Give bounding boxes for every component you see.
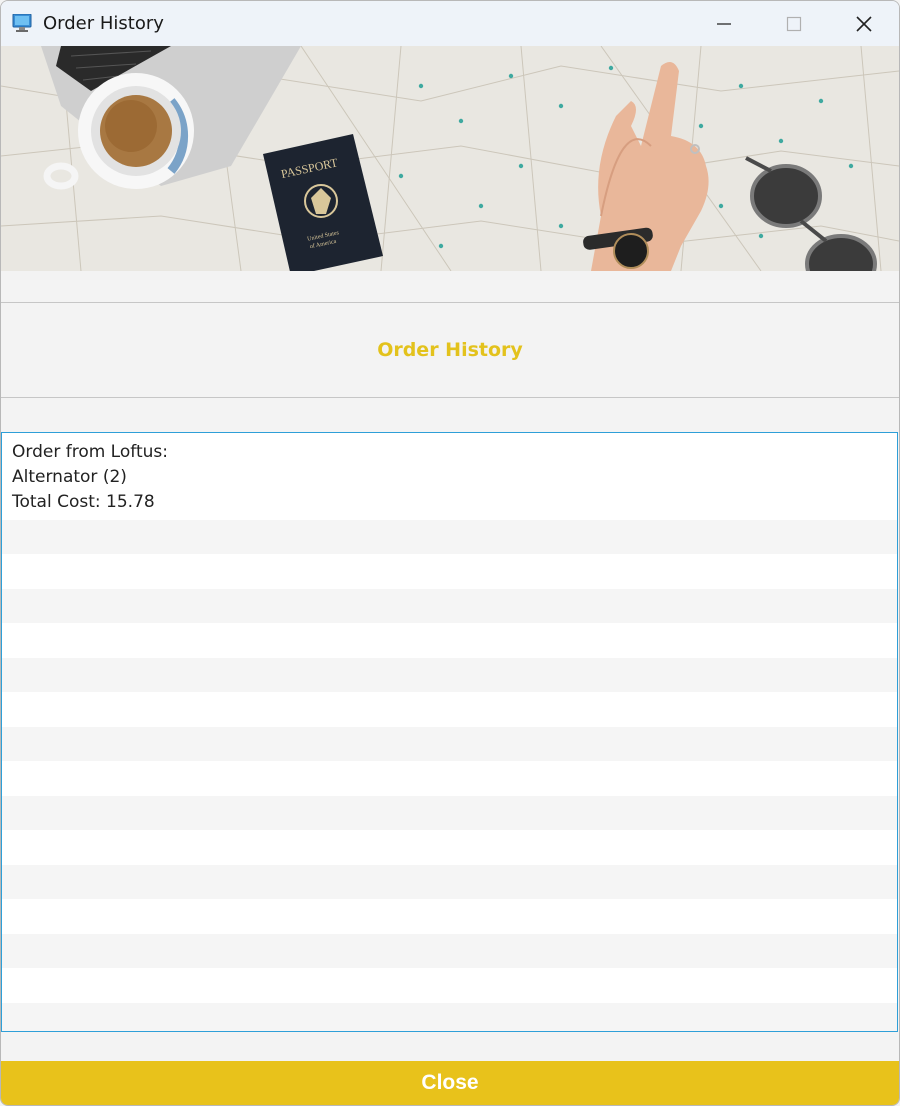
list-item[interactable] <box>2 830 897 865</box>
computer-monitor-icon <box>12 14 32 32</box>
list-item[interactable] <box>2 727 897 761</box>
list-item[interactable]: Order from Loftus: Alternator (2) Total … <box>2 433 897 520</box>
maximize-icon <box>786 16 802 31</box>
list-item[interactable] <box>2 692 897 727</box>
list-item[interactable] <box>2 934 897 968</box>
heading-separator <box>1 397 899 398</box>
list-item[interactable] <box>2 658 897 692</box>
maximize-button[interactable] <box>771 1 817 46</box>
order-total-line: Total Cost: 15.78 <box>12 492 155 512</box>
order-item-line: Alternator (2) <box>12 467 127 487</box>
list-item[interactable] <box>2 623 897 658</box>
close-window-button[interactable] <box>841 1 887 46</box>
minimize-icon <box>717 22 731 25</box>
list-item[interactable] <box>2 865 897 899</box>
close-button[interactable]: Close <box>1 1061 899 1105</box>
list-item[interactable] <box>2 761 897 796</box>
travel-banner-image: PASSPORT United States of America <box>1 46 899 271</box>
page-heading: Order History <box>377 339 523 361</box>
order-source-line: Order from Loftus: <box>12 442 168 462</box>
close-icon <box>856 15 872 32</box>
minimize-button[interactable] <box>701 1 747 46</box>
window-title: Order History <box>43 13 164 34</box>
order-history-window: Order History PASSPORT United States of … <box>0 0 900 1106</box>
list-item[interactable] <box>2 554 897 589</box>
list-item[interactable] <box>2 1003 897 1031</box>
title-bar[interactable]: Order History <box>1 1 899 46</box>
list-item[interactable] <box>2 589 897 623</box>
list-item[interactable] <box>2 968 897 1003</box>
list-item[interactable] <box>2 899 897 934</box>
list-item[interactable] <box>2 796 897 830</box>
list-item[interactable] <box>2 520 897 554</box>
order-list[interactable]: Order from Loftus: Alternator (2) Total … <box>1 432 898 1032</box>
